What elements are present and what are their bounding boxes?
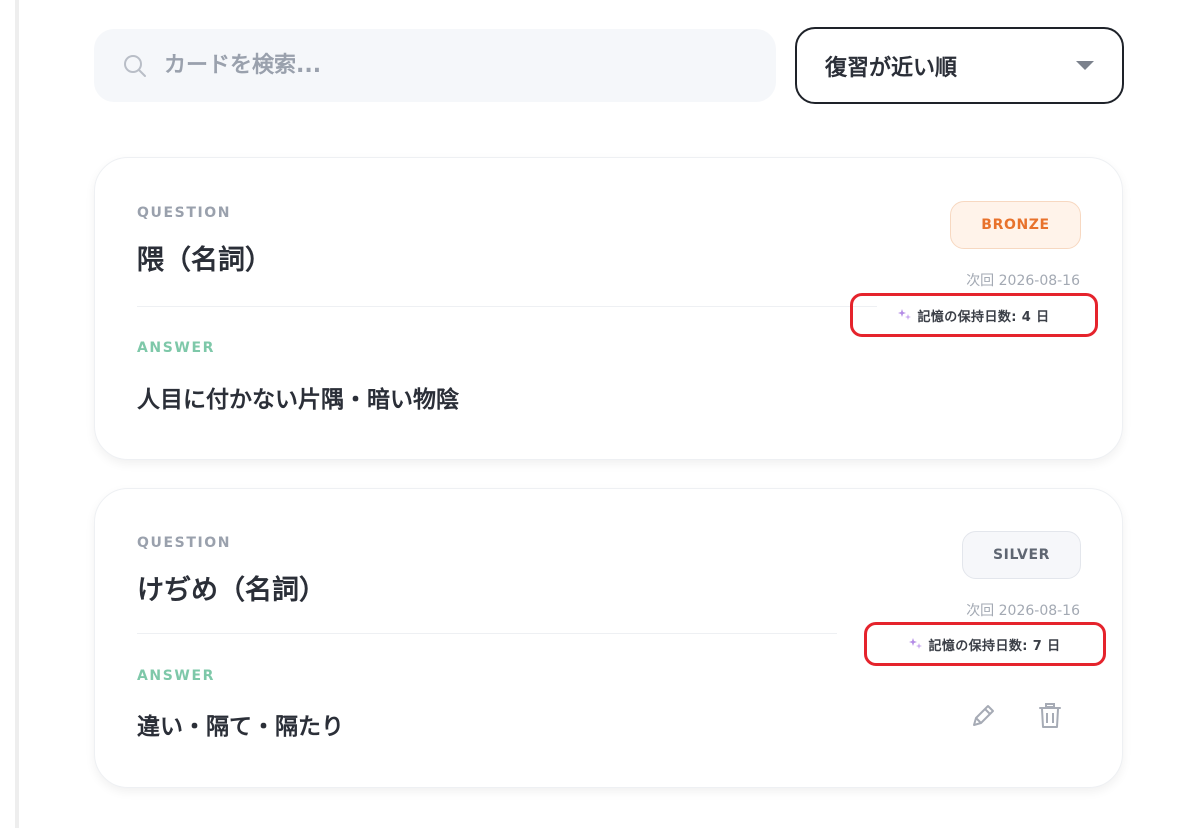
search-icon [120, 51, 150, 81]
flashcard[interactable]: QUESTION けぢめ（名詞） ANSWER 違い・隔て・隔たり SILVER… [94, 488, 1123, 788]
question-text: 隈（名詞） [137, 245, 272, 276]
flashcard[interactable]: QUESTION 隈（名詞） ANSWER 人目に付かない片隅・暗い物陰 BRO… [94, 157, 1123, 460]
next-review-date: 次回 2026-08-16 [966, 603, 1080, 619]
sparkle-icon [898, 308, 912, 322]
sort-selected-label: 復習が近い順 [825, 55, 958, 81]
chevron-down-icon [1076, 61, 1094, 70]
search-input[interactable] [164, 45, 724, 86]
answer-label: ANSWER [137, 668, 216, 684]
retention-text: 記憶の保持日数: 4 日 [917, 309, 1050, 325]
card-divider [137, 306, 877, 307]
question-label: QUESTION [137, 535, 232, 551]
answer-label: ANSWER [137, 340, 216, 356]
left-border [15, 0, 19, 828]
tier-badge: SILVER [962, 531, 1081, 579]
question-label: QUESTION [137, 205, 232, 221]
sparkle-icon [909, 637, 923, 651]
card-divider [137, 633, 837, 634]
sort-dropdown[interactable]: 復習が近い順 [795, 27, 1124, 104]
retention-days: 記憶の保持日数: 7 日 [864, 622, 1106, 666]
trash-icon[interactable] [1033, 699, 1067, 733]
answer-text: 人目に付かない片隅・暗い物陰 [137, 387, 459, 413]
tier-badge: BRONZE [950, 201, 1081, 249]
edit-pencil-icon[interactable] [966, 699, 1000, 733]
retention-days: 記憶の保持日数: 4 日 [850, 293, 1098, 337]
question-text: けぢめ（名詞） [137, 575, 326, 606]
retention-text: 記憶の保持日数: 7 日 [928, 638, 1061, 654]
answer-text: 違い・隔て・隔たり [137, 714, 344, 740]
next-review-date: 次回 2026-08-16 [966, 273, 1080, 289]
search-bar[interactable] [94, 29, 776, 102]
